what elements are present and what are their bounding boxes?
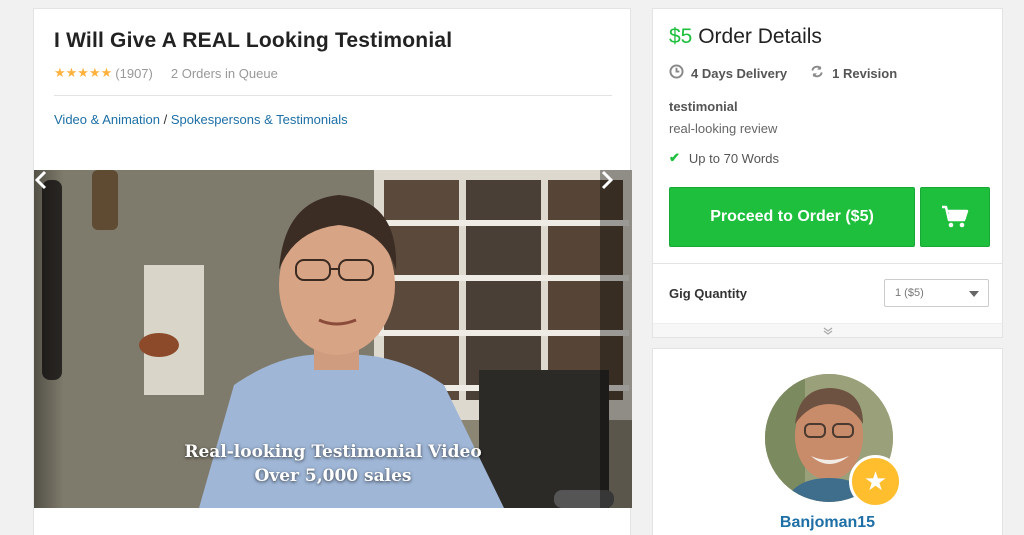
breadcrumb-category-link[interactable]: Video & Animation — [54, 112, 160, 127]
seller-card: ★ Banjoman15 — [652, 348, 1003, 535]
chevron-left-icon — [34, 170, 47, 190]
gig-card: I Will Give A REAL Looking Testimonial ★… — [33, 8, 632, 535]
gig-quantity-label: Gig Quantity — [669, 286, 747, 301]
gallery-prev-button[interactable] — [34, 170, 64, 508]
proceed-to-order-button[interactable]: Proceed to Order ($5) — [669, 187, 915, 247]
quantity-value: 1 ($5) — [895, 287, 924, 299]
expand-toggle[interactable] — [653, 323, 1002, 337]
package-title: testimonial — [669, 99, 738, 114]
double-chevron-down-icon — [823, 327, 832, 335]
delivery-time: 4 Days Delivery — [691, 66, 788, 81]
order-details-card: $5 Order Details 4 Days Delivery 1 Revis… — [652, 8, 1003, 338]
orders-in-queue: 2 Orders in Queue — [170, 65, 278, 81]
clock-icon — [669, 64, 684, 83]
package-feature: ✔ Up to 70 Words — [669, 150, 779, 166]
shopping-cart-icon — [942, 205, 969, 228]
add-to-cart-button[interactable] — [920, 187, 990, 247]
breadcrumb-separator: / — [160, 112, 171, 127]
package-description: real-looking review — [669, 121, 778, 136]
divider — [54, 95, 612, 96]
rating-row: ★★★★★ (1907) 2 Orders in Queue — [54, 65, 278, 81]
top-rated-star-icon: ★ — [849, 455, 902, 508]
gallery-caption-line1: Real-looking Testimonial Video — [184, 442, 482, 462]
gallery-caption-line2: Over 5,000 sales — [254, 466, 412, 486]
gallery-next-button[interactable] — [600, 170, 632, 508]
breadcrumb-subcategory-link[interactable]: Spokespersons & Testimonials — [171, 112, 348, 127]
gig-quantity-select[interactable]: 1 ($5) — [884, 279, 989, 307]
order-heading: $5 Order Details — [669, 25, 822, 49]
gig-title: I Will Give A REAL Looking Testimonial — [54, 29, 453, 52]
chevron-right-icon — [601, 170, 614, 190]
refresh-icon — [809, 64, 825, 83]
breadcrumb: Video & Animation / Spokespersons & Test… — [54, 112, 348, 127]
caret-down-icon — [969, 291, 979, 297]
rating-stars-icon: ★★★★★ — [54, 65, 113, 80]
rating-count[interactable]: (1907) — [115, 66, 153, 81]
order-heading-label: Order Details — [698, 25, 822, 48]
checkmark-icon: ✔ — [669, 150, 680, 165]
gig-gallery[interactable]: Real-looking Testimonial Video Over 5,00… — [34, 170, 632, 508]
seller-username-link[interactable]: Banjoman15 — [653, 514, 1002, 532]
order-meta: 4 Days Delivery 1 Revision — [669, 64, 897, 83]
revisions: 1 Revision — [809, 64, 897, 83]
divider — [653, 263, 1002, 264]
revisions-label: 1 Revision — [832, 66, 898, 81]
feature-label: Up to 70 Words — [688, 150, 779, 166]
order-price: $5 — [669, 25, 693, 48]
